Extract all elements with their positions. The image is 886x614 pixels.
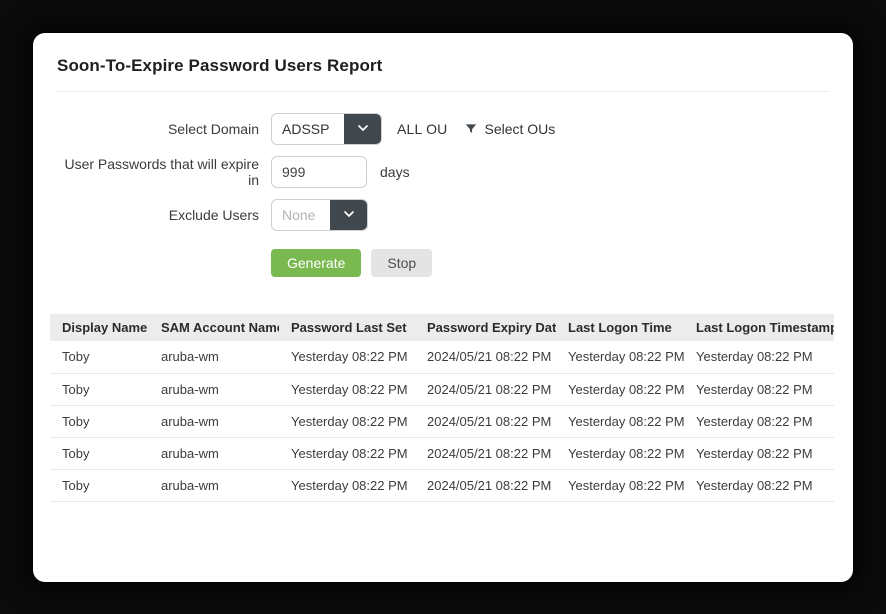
report-card: Soon-To-Expire Password Users Report Sel…: [33, 33, 853, 582]
domain-select-value: ADSSP: [272, 114, 344, 144]
results-table-header: Display Name SAM Account Name Password L…: [50, 314, 834, 341]
cell-last-logon-timestamp: Yesterday 08:22 PM: [684, 373, 834, 405]
cell-display-name: Toby: [50, 469, 149, 501]
cell-last-logon-timestamp: Yesterday 08:22 PM: [684, 341, 834, 373]
cell-password-expiry-date: 2024/05/21 08:22 PM: [415, 373, 556, 405]
column-header-last-logon-time: Last Logon Time: [556, 314, 684, 341]
exclude-users-label: Exclude Users: [57, 207, 259, 223]
domain-select-chevron-button[interactable]: [344, 114, 381, 144]
cell-display-name: Toby: [50, 437, 149, 469]
cell-last-logon-time: Yesterday 08:22 PM: [556, 469, 684, 501]
cell-sam-account-name: aruba-wm: [149, 437, 279, 469]
generate-button[interactable]: Generate: [271, 249, 361, 277]
cell-password-last-set: Yesterday 08:22 PM: [279, 405, 415, 437]
results-table: Display Name SAM Account Name Password L…: [50, 314, 834, 502]
column-header-last-logon-timestamp: Last Logon Timestamp: [684, 314, 834, 341]
cell-last-logon-time: Yesterday 08:22 PM: [556, 437, 684, 469]
chevron-down-icon: [355, 120, 371, 139]
cell-password-expiry-date: 2024/05/21 08:22 PM: [415, 405, 556, 437]
form-row-domain: Select Domain ADSSP ALL OU Select OUs: [57, 113, 853, 145]
cell-display-name: Toby: [50, 341, 149, 373]
column-header-password-expiry-date: Password Expiry Date: [415, 314, 556, 341]
table-row: Toby aruba-wm Yesterday 08:22 PM 2024/05…: [50, 341, 834, 373]
form-actions: Generate Stop: [271, 249, 853, 277]
cell-last-logon-time: Yesterday 08:22 PM: [556, 405, 684, 437]
chevron-down-icon: [341, 206, 357, 225]
filter-icon: [464, 122, 478, 136]
form-row-expire-days: User Passwords that will expire in days: [57, 156, 853, 188]
expire-days-suffix: days: [380, 164, 410, 180]
table-row: Toby aruba-wm Yesterday 08:22 PM 2024/05…: [50, 437, 834, 469]
exclude-users-select-value: None: [272, 200, 330, 230]
cell-password-expiry-date: 2024/05/21 08:22 PM: [415, 469, 556, 501]
expire-days-label: User Passwords that will expire in: [57, 156, 259, 188]
title-divider: [57, 91, 829, 92]
all-ou-label: ALL OU: [397, 121, 447, 137]
exclude-users-select[interactable]: None: [271, 199, 368, 231]
stop-button[interactable]: Stop: [371, 249, 432, 277]
report-form: Select Domain ADSSP ALL OU Select OUs Us…: [33, 113, 853, 277]
cell-last-logon-timestamp: Yesterday 08:22 PM: [684, 469, 834, 501]
domain-select[interactable]: ADSSP: [271, 113, 382, 145]
cell-display-name: Toby: [50, 373, 149, 405]
select-ous-button[interactable]: Select OUs: [464, 121, 555, 137]
cell-sam-account-name: aruba-wm: [149, 341, 279, 373]
cell-sam-account-name: aruba-wm: [149, 405, 279, 437]
exclude-users-select-chevron-button[interactable]: [330, 200, 367, 230]
cell-display-name: Toby: [50, 405, 149, 437]
cell-sam-account-name: aruba-wm: [149, 373, 279, 405]
page-title: Soon-To-Expire Password Users Report: [57, 56, 829, 76]
domain-label: Select Domain: [57, 121, 259, 137]
form-row-exclude-users: Exclude Users None: [57, 199, 853, 231]
cell-last-logon-time: Yesterday 08:22 PM: [556, 341, 684, 373]
cell-password-last-set: Yesterday 08:22 PM: [279, 341, 415, 373]
cell-password-last-set: Yesterday 08:22 PM: [279, 469, 415, 501]
column-header-password-last-set: Password Last Set: [279, 314, 415, 341]
table-row: Toby aruba-wm Yesterday 08:22 PM 2024/05…: [50, 469, 834, 501]
cell-sam-account-name: aruba-wm: [149, 469, 279, 501]
cell-last-logon-time: Yesterday 08:22 PM: [556, 373, 684, 405]
results-table-body: Toby aruba-wm Yesterday 08:22 PM 2024/05…: [50, 341, 834, 501]
cell-password-last-set: Yesterday 08:22 PM: [279, 373, 415, 405]
cell-password-expiry-date: 2024/05/21 08:22 PM: [415, 437, 556, 469]
select-ous-label: Select OUs: [484, 121, 555, 137]
table-row: Toby aruba-wm Yesterday 08:22 PM 2024/05…: [50, 405, 834, 437]
cell-last-logon-timestamp: Yesterday 08:22 PM: [684, 405, 834, 437]
cell-password-expiry-date: 2024/05/21 08:22 PM: [415, 341, 556, 373]
column-header-sam-account-name: SAM Account Name: [149, 314, 279, 341]
cell-last-logon-timestamp: Yesterday 08:22 PM: [684, 437, 834, 469]
table-row: Toby aruba-wm Yesterday 08:22 PM 2024/05…: [50, 373, 834, 405]
cell-password-last-set: Yesterday 08:22 PM: [279, 437, 415, 469]
header-row: Display Name SAM Account Name Password L…: [50, 314, 834, 341]
column-header-display-name: Display Name: [50, 314, 149, 341]
expire-days-input[interactable]: [271, 156, 367, 188]
